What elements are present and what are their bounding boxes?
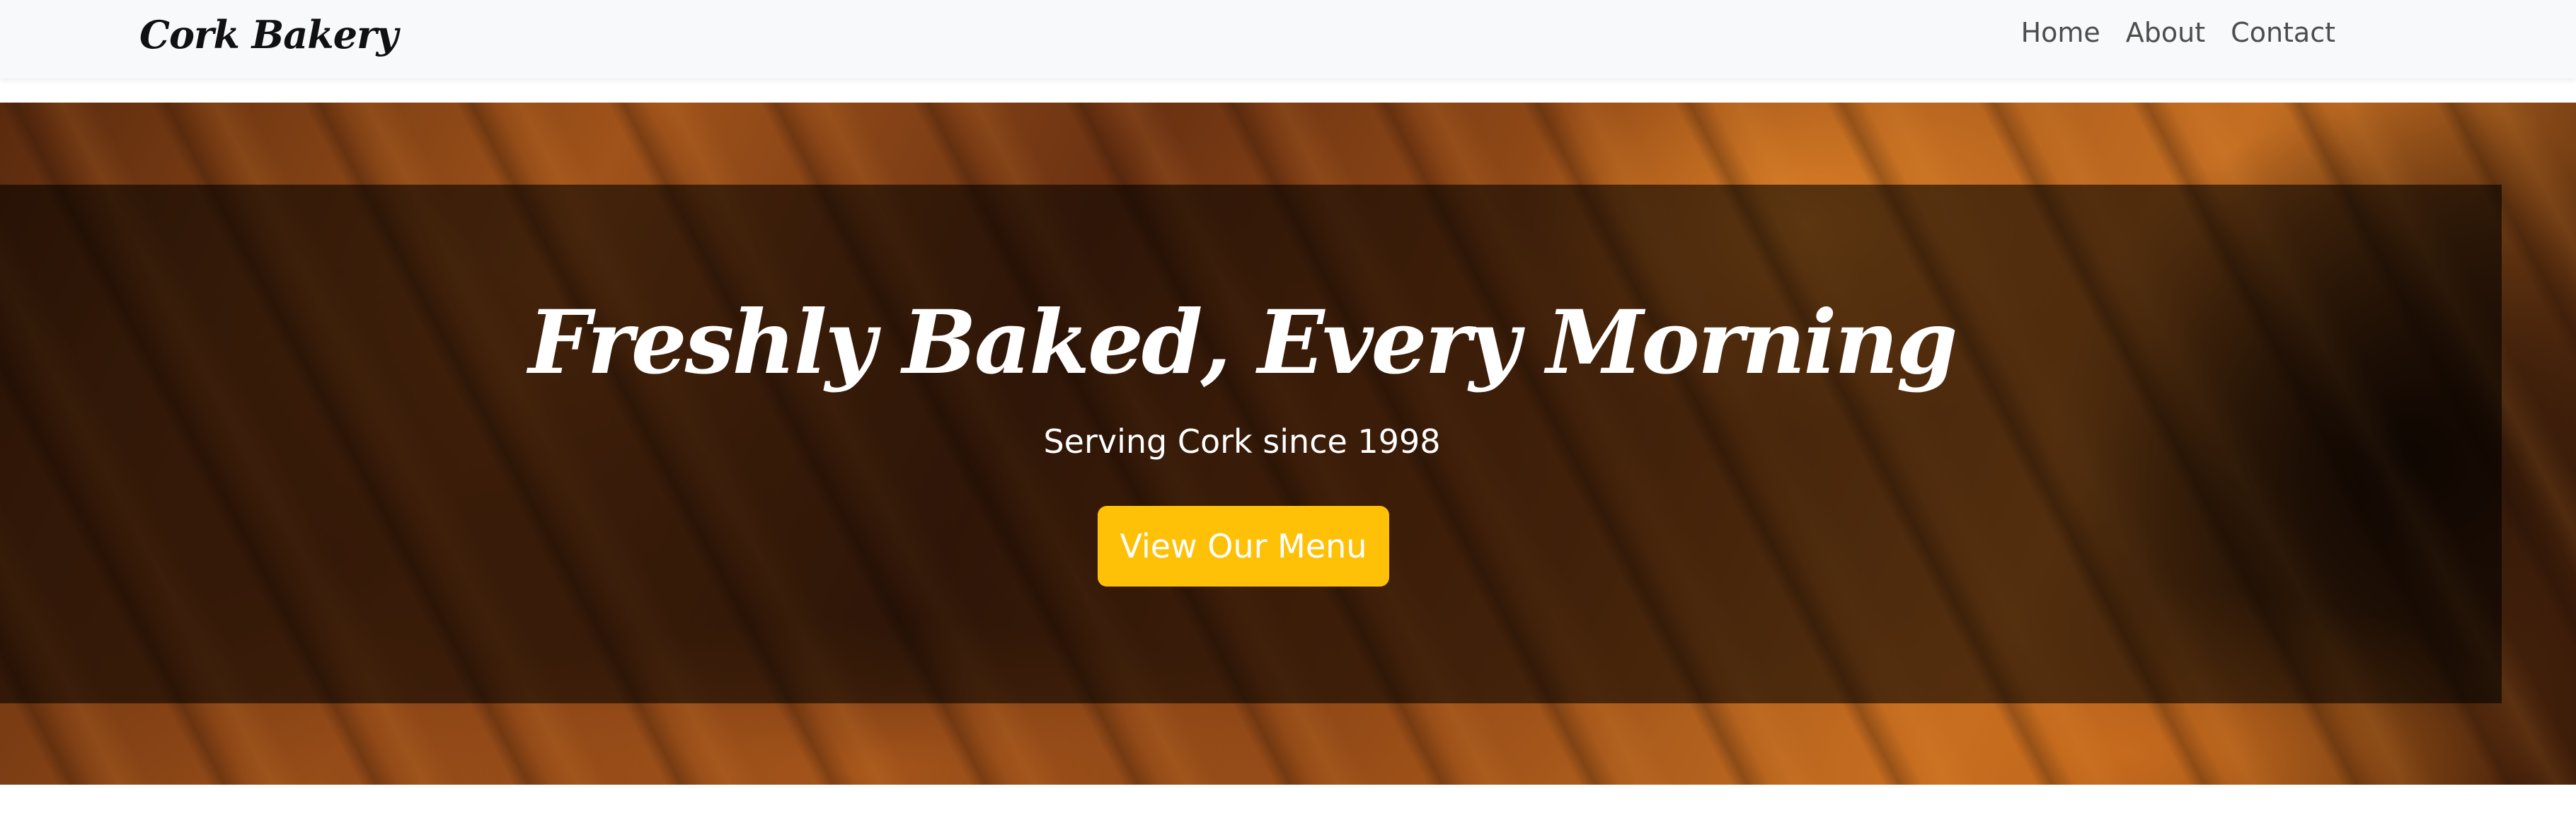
nav-links: Home About Contact: [2021, 0, 2335, 65]
navbar: Cork Bakery Home About Contact: [0, 0, 2576, 79]
nav-link-about[interactable]: About: [2126, 17, 2205, 48]
view-menu-button[interactable]: View Our Menu: [1098, 506, 1389, 587]
hero-subtitle: Serving Cork since 1998: [1043, 422, 1441, 461]
nav-link-contact[interactable]: Contact: [2231, 17, 2335, 48]
brand-logo[interactable]: Cork Bakery: [139, 3, 398, 67]
hero-title: Freshly Baked, Every Morning: [528, 292, 1958, 394]
nav-link-home[interactable]: Home: [2021, 17, 2100, 48]
hero-section: Freshly Baked, Every Morning Serving Cor…: [0, 103, 2576, 785]
